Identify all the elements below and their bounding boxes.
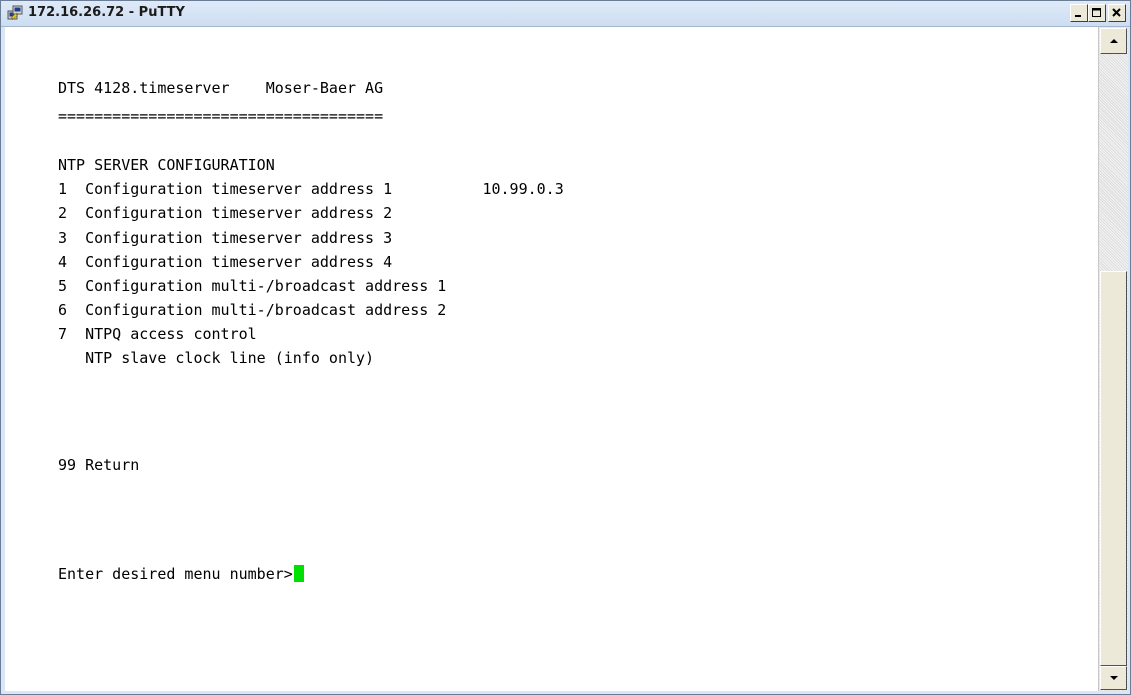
- menu-item-4: 4 Configuration timeserver address 4: [58, 253, 393, 271]
- close-button[interactable]: [1108, 4, 1126, 22]
- window-controls: [1070, 4, 1126, 22]
- putty-window: 172.16.26.72 - PuTTY DTS 4128.timeserver…: [0, 0, 1131, 695]
- menu-item-6: 6 Configuration multi-/broadcast address…: [58, 301, 447, 319]
- title-bar[interactable]: 172.16.26.72 - PuTTY: [1, 1, 1130, 27]
- menu-item-3: 3 Configuration timeserver address 3: [58, 229, 393, 247]
- menu-item-2: 2 Configuration timeserver address 2: [58, 204, 393, 222]
- section-title: NTP SERVER CONFIGURATION: [58, 156, 275, 174]
- maximize-icon: [1092, 8, 1101, 17]
- putty-icon: [7, 5, 23, 21]
- device-header: DTS 4128.timeserver Moser-Baer AG: [58, 79, 384, 97]
- close-icon: [1112, 8, 1121, 17]
- header-separator: ====================================: [58, 107, 384, 125]
- minimize-button[interactable]: [1070, 4, 1088, 22]
- prompt-line: Enter desired menu number>: [58, 564, 304, 584]
- text-cursor: [293, 565, 304, 582]
- menu-item-1: 1 Configuration timeserver address 1 10.…: [58, 180, 564, 198]
- vertical-scrollbar[interactable]: [1098, 27, 1128, 691]
- maximize-button[interactable]: [1088, 4, 1106, 22]
- prompt-text: Enter desired menu number>: [58, 565, 293, 583]
- scroll-down-button[interactable]: [1100, 666, 1127, 690]
- terminal-screen[interactable]: DTS 4128.timeserver Moser-Baer AG ======…: [5, 27, 1098, 691]
- arrow-up-icon: [1109, 39, 1118, 43]
- menu-item-7: 7 NTPQ access control: [58, 325, 257, 343]
- arrow-down-icon: [1109, 676, 1118, 680]
- menu-info-line: NTP slave clock line (info only): [58, 349, 375, 367]
- menu-item-5: 5 Configuration multi-/broadcast address…: [58, 277, 447, 295]
- window-title: 172.16.26.72 - PuTTY: [28, 5, 185, 20]
- minimize-icon: [1075, 15, 1081, 17]
- menu-item-return: 99 Return: [58, 456, 140, 474]
- scrollbar-thumb[interactable]: [1100, 271, 1127, 666]
- scroll-up-button[interactable]: [1100, 28, 1127, 54]
